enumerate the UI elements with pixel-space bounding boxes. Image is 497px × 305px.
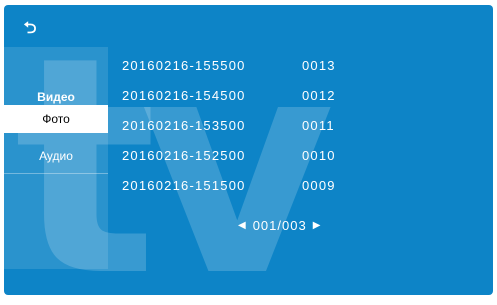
pagination: ◀ 001 / 003 ▶ (232, 218, 327, 233)
back-icon[interactable]: ⮌ (20, 19, 40, 39)
file-number: 0013 (302, 58, 336, 73)
file-name: 20160216-151500 (122, 178, 246, 193)
file-number: 0010 (302, 148, 336, 163)
file-name: 20160216-155500 (122, 58, 246, 73)
file-name: 20160216-154500 (122, 88, 246, 103)
file-row[interactable]: 20160216-155500 0013 (122, 49, 382, 79)
file-browser-screen: tv ⮌ Видео Фото Аудио 20160216-155500 00… (4, 5, 493, 295)
page-total: 003 (282, 218, 307, 233)
file-row[interactable]: 20160216-154500 0012 (122, 79, 382, 109)
file-name: 20160216-152500 (122, 148, 246, 163)
sidebar-item-audio[interactable]: Аудио (4, 140, 108, 174)
file-row[interactable]: 20160216-152500 0010 (122, 139, 382, 169)
file-row[interactable]: 20160216-153500 0011 (122, 109, 382, 139)
file-name: 20160216-153500 (122, 118, 246, 133)
file-number: 0012 (302, 88, 336, 103)
file-number: 0011 (302, 118, 335, 133)
file-row[interactable]: 20160216-151500 0009 (122, 169, 382, 199)
page-current: 001 (252, 218, 278, 233)
sidebar-item-photo[interactable]: Фото (4, 105, 108, 133)
sidebar: Видео Фото Аудио (4, 47, 108, 269)
file-list: 20160216-155500 0013 20160216-154500 001… (122, 49, 382, 199)
next-page-icon[interactable]: ▶ (307, 220, 328, 231)
file-number: 0009 (302, 178, 336, 193)
prev-page-icon[interactable]: ◀ (232, 220, 253, 231)
